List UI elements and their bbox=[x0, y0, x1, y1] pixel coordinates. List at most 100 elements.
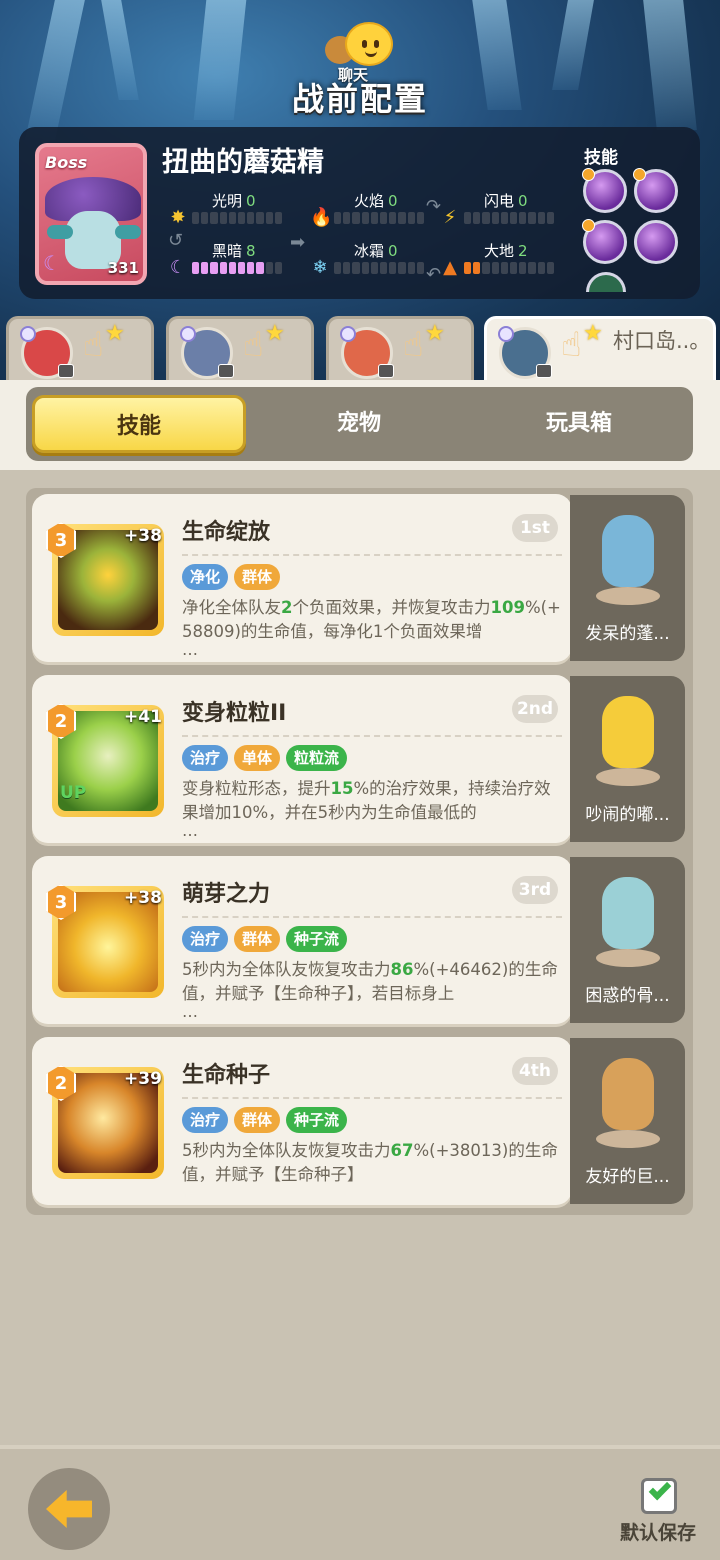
hero-avatar bbox=[180, 326, 234, 379]
boss-level: 331 bbox=[107, 259, 139, 277]
skill-card[interactable]: 2 +39 生命种子 4th 治疗 群体 种子流 5秒内为全体队友恢复攻击力67%(+3801… bbox=[32, 1037, 572, 1205]
star-icon: ★ bbox=[105, 321, 125, 346]
hero-avatar bbox=[20, 326, 74, 379]
element-name: 火焰 bbox=[354, 192, 385, 210]
element-value: 2 bbox=[518, 242, 528, 260]
boss-skill-orb[interactable] bbox=[634, 220, 678, 264]
skill-bonus: +38 bbox=[124, 888, 162, 908]
back-button[interactable] bbox=[28, 1468, 110, 1550]
skill-name: 萌芽之力 bbox=[182, 882, 271, 907]
moon-icon: ☾ bbox=[169, 257, 187, 278]
team-tab-3[interactable]: ☝ ★ bbox=[326, 316, 474, 382]
linked-pet[interactable]: 吵闹的嘟... bbox=[570, 676, 685, 842]
skill-name: 生命绽放 bbox=[182, 520, 271, 545]
team-tab-2[interactable]: ☝ ★ bbox=[166, 316, 314, 382]
team-tab-1[interactable]: ☝ ★ bbox=[6, 316, 154, 382]
tab-toybox[interactable]: 玩具箱 bbox=[472, 395, 686, 453]
tap-hand-icon: ☝ bbox=[403, 325, 424, 365]
skill-tags: 治疗 群体 种子流 bbox=[182, 926, 348, 952]
skill-description: 5秒内为全体队友恢复攻击力86%(+46462)的生命值，并赋予【生命种子】，若… bbox=[182, 960, 558, 1003]
skill-tag: 治疗 bbox=[182, 745, 229, 771]
tab-skills[interactable]: 技能 bbox=[32, 395, 246, 453]
hero-avatar bbox=[498, 326, 552, 379]
page-title: 战前配置 bbox=[291, 80, 428, 118]
skill-tag: 治疗 bbox=[182, 1107, 229, 1133]
boss-skill-orb[interactable] bbox=[582, 168, 627, 213]
smiley-icon bbox=[345, 22, 393, 66]
pet-name: 发呆的蓬... bbox=[585, 624, 670, 644]
cycle-arrow-icon: ↺ bbox=[168, 230, 184, 251]
element-bar bbox=[192, 212, 283, 224]
skill-card[interactable]: 3 +38 萌芽之力 3rd 治疗 群体 种子流 5秒内为全体队友恢复攻击力86%(+4646… bbox=[32, 856, 572, 1024]
back-arrow-icon bbox=[46, 1490, 92, 1528]
element-name: 大地 bbox=[484, 242, 515, 260]
skill-description: 变身粒粒形态，提升15%的治疗效果，持续治疗效果增加10%，并在5秒内为生命值最… bbox=[182, 779, 551, 822]
skill-bonus: +41 bbox=[124, 707, 162, 727]
tap-hand-icon: ☝ bbox=[83, 325, 104, 365]
element-bar bbox=[334, 212, 425, 224]
boss-portrait[interactable]: Boss ☾ 331 bbox=[35, 143, 147, 285]
more-indicator: … bbox=[182, 640, 198, 659]
element-value: 0 bbox=[246, 192, 256, 210]
sun-icon: ✸ bbox=[170, 207, 186, 228]
more-indicator: … bbox=[182, 1002, 198, 1021]
team-name: 村口岛..。 bbox=[613, 329, 711, 353]
element-value: 0 bbox=[518, 192, 528, 210]
skill-rank: 3rd bbox=[512, 876, 558, 904]
skill-tags: 治疗 单体 粒粒流 bbox=[182, 745, 348, 771]
pet-avatar bbox=[592, 696, 664, 786]
skill-name: 生命种子 bbox=[182, 1063, 271, 1088]
default-save-label: 默认保存 bbox=[620, 1522, 697, 1544]
pet-name: 友好的巨... bbox=[585, 1167, 670, 1187]
element-name: 光明 bbox=[212, 192, 243, 210]
boss-skills-label: 技能 bbox=[584, 148, 618, 168]
element-bar bbox=[192, 262, 283, 274]
dark-element-icon: ☾ bbox=[43, 251, 61, 275]
boss-name: 扭曲的蘑菇精 bbox=[162, 147, 324, 178]
boss-tag: Boss bbox=[45, 153, 88, 172]
skill-description: 净化全体队友2个负面效果，并恢复攻击力109%(+58809)的生命值，每净化1… bbox=[182, 598, 561, 641]
tap-hand-icon: ☝ bbox=[243, 325, 264, 365]
skill-name: 变身粒粒II bbox=[182, 701, 287, 726]
skill-tags: 治疗 群体 种子流 bbox=[182, 1107, 348, 1133]
boss-skill-orb[interactable] bbox=[582, 219, 627, 264]
star-icon: ★ bbox=[583, 321, 603, 346]
skill-bonus: +39 bbox=[124, 1069, 162, 1089]
star-icon: ★ bbox=[425, 321, 445, 346]
snowflake-icon: ❄ bbox=[312, 257, 328, 278]
element-name: 黑暗 bbox=[212, 242, 243, 260]
element-name: 冰霜 bbox=[354, 242, 385, 260]
boss-skill-orb[interactable] bbox=[633, 168, 678, 213]
linked-pet[interactable]: 友好的巨... bbox=[570, 1038, 685, 1204]
element-name: 闪电 bbox=[484, 192, 515, 210]
skill-rank: 2nd bbox=[512, 695, 558, 723]
team-tab-4[interactable]: ☝ ★ 村口岛..。 bbox=[484, 316, 716, 382]
cycle-arrow-icon: ↷ bbox=[426, 196, 442, 217]
default-save-checkbox[interactable] bbox=[641, 1477, 677, 1514]
skill-card[interactable]: 3 +38 生命绽放 1st 净化 群体 净化全体队友2个负面效果，并恢复攻击力109%(+… bbox=[32, 494, 572, 662]
check-icon bbox=[648, 1477, 672, 1501]
skill-card[interactable]: 2 +41 UP 变身粒粒II 2nd 治疗 单体 粒粒流 变身粒粒形态，提升15%的治疗效果，… bbox=[32, 675, 572, 843]
skill-tag: 粒粒流 bbox=[286, 745, 348, 771]
sub-tab-bar: 技能 宠物 玩具箱 bbox=[26, 387, 693, 461]
more-indicator: … bbox=[182, 821, 198, 840]
skill-tags: 净化 群体 bbox=[182, 564, 281, 590]
tap-hand-icon: ☝ bbox=[561, 325, 582, 365]
tab-pets[interactable]: 宠物 bbox=[252, 395, 466, 453]
star-icon: ★ bbox=[265, 321, 285, 346]
linked-pet[interactable]: 困惑的骨... bbox=[570, 857, 685, 1023]
skill-rank: 1st bbox=[512, 514, 558, 542]
element-value: 8 bbox=[246, 242, 256, 260]
pet-avatar bbox=[592, 877, 664, 967]
pet-name: 吵闹的嘟... bbox=[585, 805, 670, 825]
skill-rank: 4th bbox=[512, 1057, 558, 1085]
hero-avatar bbox=[340, 326, 394, 379]
mountain-icon: ▲ bbox=[443, 257, 457, 278]
linked-pet[interactable]: 发呆的蓬... bbox=[570, 495, 685, 661]
arrow-icon: ➡ bbox=[290, 232, 306, 253]
skill-tag: 群体 bbox=[234, 564, 281, 590]
flame-icon: 🔥 bbox=[310, 207, 333, 228]
cycle-arrow-icon: ↶ bbox=[426, 264, 442, 285]
element-value: 0 bbox=[388, 192, 398, 210]
skill-tag: 治疗 bbox=[182, 926, 229, 952]
